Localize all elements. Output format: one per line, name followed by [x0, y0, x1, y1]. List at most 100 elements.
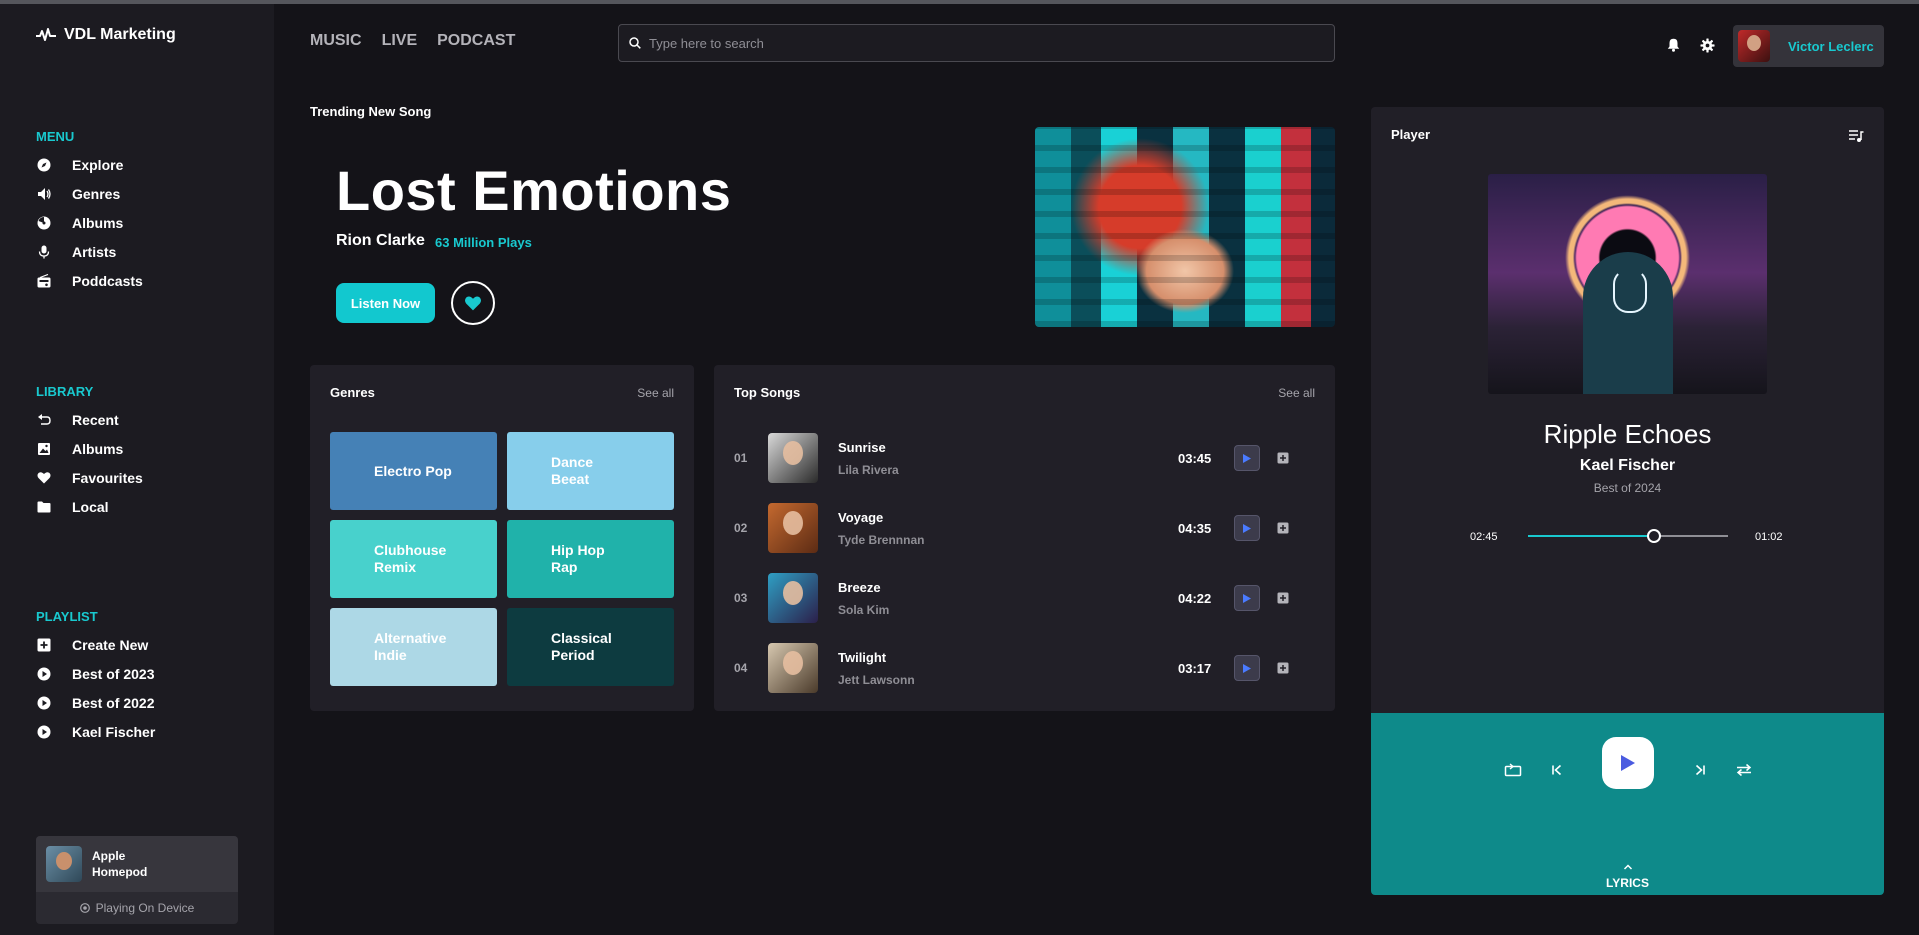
- hero-album-art[interactable]: [1035, 127, 1335, 327]
- plus-square-icon: [1277, 522, 1289, 534]
- skip-previous-icon[interactable]: [1548, 761, 1566, 779]
- skip-next-icon[interactable]: [1691, 761, 1709, 779]
- nav-podcast[interactable]: PODCAST: [437, 32, 515, 50]
- song-duration: 03:45: [1178, 450, 1212, 466]
- sidebar-item-best-of-2022[interactable]: Best of 2022: [36, 688, 256, 717]
- heart-icon: [465, 296, 481, 311]
- sidebar-item-create-new[interactable]: Create New: [36, 630, 256, 659]
- playlist-section-title: PLAYLIST: [36, 609, 98, 624]
- player-label: Player: [1391, 127, 1431, 142]
- song-play-button[interactable]: [1234, 585, 1260, 611]
- sidebar-item-albums[interactable]: Albums: [36, 208, 256, 237]
- search-icon: [629, 37, 641, 49]
- genre-tile-clubhouse-remix[interactable]: Clubhouse Remix: [330, 520, 497, 598]
- song-meta: Breeze Sola Kim: [838, 580, 1178, 617]
- device-name: Apple Homepod: [92, 849, 148, 879]
- song-meta: Twilight Jett Lawsonn: [838, 650, 1178, 687]
- song-thumbnail: [768, 503, 818, 553]
- sidebar-item-artists[interactable]: Artists: [36, 237, 256, 266]
- table-row[interactable]: 04 Twilight Jett Lawsonn 03:17: [734, 642, 1314, 694]
- plus-square-icon: [36, 637, 52, 653]
- like-button[interactable]: [451, 281, 495, 325]
- bell-icon[interactable]: [1665, 37, 1681, 53]
- play-icon: [1243, 663, 1251, 673]
- hero-artist: Rion Clarke: [336, 232, 425, 249]
- main-play-button[interactable]: [1602, 737, 1654, 789]
- seek-slider[interactable]: [1528, 529, 1728, 543]
- song-thumbnail: [768, 643, 818, 693]
- elapsed-time: 02:45: [1470, 531, 1498, 543]
- sidebar-item-local[interactable]: Local: [36, 492, 256, 521]
- hero-plays-count: 63 Million Plays: [435, 235, 532, 250]
- genre-tile-dance-beeat[interactable]: Dance Beeat: [507, 432, 674, 510]
- song-artist: Jett Lawsonn: [838, 672, 915, 687]
- sidebar: VDL Marketing MENU Explore Genres Albums…: [0, 4, 274, 935]
- sidebar-item-recent[interactable]: Recent: [36, 405, 256, 434]
- user-profile-chip[interactable]: Victor Leclerc: [1733, 25, 1884, 67]
- sidebar-item-best-of-2023[interactable]: Best of 2023: [36, 659, 256, 688]
- genre-tile-alternative-indie[interactable]: Alternative Indie: [330, 608, 497, 686]
- song-add-button[interactable]: [1276, 451, 1290, 465]
- song-add-button[interactable]: [1276, 591, 1290, 605]
- song-add-button[interactable]: [1276, 661, 1290, 675]
- sidebar-item-label: Explore: [72, 156, 124, 173]
- sidebar-item-label: Local: [72, 498, 109, 515]
- sidebar-item-library-albums[interactable]: Albums: [36, 434, 256, 463]
- hero-song-title: Lost Emotions: [336, 159, 732, 222]
- compass-icon: [36, 157, 52, 173]
- song-play-button[interactable]: [1234, 655, 1260, 681]
- top-nav: MUSIC LIVE PODCAST: [310, 32, 515, 50]
- sidebar-item-label: Kael Fischer: [72, 723, 156, 740]
- song-thumbnail: [768, 433, 818, 483]
- nav-live[interactable]: LIVE: [382, 32, 418, 50]
- sidebar-item-label: Best of 2023: [72, 665, 155, 682]
- song-artist: Tyde Brennnan: [838, 532, 925, 547]
- genre-tile-hip-hop-rap[interactable]: Hip Hop Rap: [507, 520, 674, 598]
- sidebar-item-favourites[interactable]: Favourites: [36, 463, 256, 492]
- genre-tile-classical-period[interactable]: Classical Period: [507, 608, 674, 686]
- song-number: 02: [734, 521, 748, 535]
- plus-square-icon: [1277, 662, 1289, 674]
- seek-handle[interactable]: [1647, 529, 1661, 543]
- player-album-art: [1488, 174, 1767, 394]
- table-row[interactable]: 02 Voyage Tyde Brennnan 04:35: [734, 502, 1314, 554]
- sidebar-item-label: Recent: [72, 411, 119, 428]
- playing-device-card[interactable]: Apple Homepod Playing On Device: [36, 836, 238, 924]
- sidebar-item-label: Albums: [72, 440, 124, 457]
- table-row[interactable]: 01 Sunrise Lila Rivera 03:45: [734, 432, 1314, 484]
- genre-label: Clubhouse Remix: [374, 542, 447, 575]
- lyrics-toggle[interactable]: LYRICS: [1371, 857, 1884, 890]
- nav-music[interactable]: MUSIC: [310, 32, 362, 50]
- song-title: Voyage: [838, 509, 884, 525]
- player-controls: LYRICS: [1371, 713, 1884, 895]
- avatar: [1738, 30, 1770, 62]
- song-add-button[interactable]: [1276, 521, 1290, 535]
- repeat-icon[interactable]: [1504, 761, 1522, 779]
- queue-icon[interactable]: [1848, 129, 1864, 143]
- top-songs-see-all-link[interactable]: See all: [1278, 386, 1315, 400]
- album-icon: [36, 215, 52, 231]
- sidebar-item-explore[interactable]: Explore: [36, 150, 256, 179]
- genres-see-all-link[interactable]: See all: [637, 386, 674, 400]
- shuffle-icon[interactable]: [1735, 761, 1753, 779]
- song-play-button[interactable]: [1234, 445, 1260, 471]
- radio-icon: [36, 273, 52, 289]
- song-play-button[interactable]: [1234, 515, 1260, 541]
- sidebar-item-podcasts[interactable]: Poddcasts: [36, 266, 256, 295]
- speaker-icon: [36, 186, 52, 202]
- gear-icon[interactable]: [1699, 37, 1715, 53]
- device-status-text: Playing On Device: [95, 901, 195, 915]
- sidebar-item-kael-fischer[interactable]: Kael Fischer: [36, 717, 256, 746]
- sidebar-item-genres[interactable]: Genres: [36, 179, 256, 208]
- search-input[interactable]: [649, 35, 1309, 51]
- listen-now-button[interactable]: Listen Now: [336, 283, 435, 323]
- song-title: Breeze: [838, 579, 881, 595]
- play-circle-icon: [36, 695, 52, 711]
- play-icon: [1621, 755, 1635, 771]
- genre-tile-electro-pop[interactable]: Electro Pop: [330, 432, 497, 510]
- table-row[interactable]: 03 Breeze Sola Kim 04:22: [734, 572, 1314, 624]
- top-songs-card: Top Songs See all 01 Sunrise Lila Rivera…: [714, 365, 1335, 711]
- window-top-border: [0, 0, 1919, 4]
- brand[interactable]: VDL Marketing: [36, 26, 176, 44]
- genre-grid: Electro Pop Dance Beeat Clubhouse Remix …: [330, 432, 674, 686]
